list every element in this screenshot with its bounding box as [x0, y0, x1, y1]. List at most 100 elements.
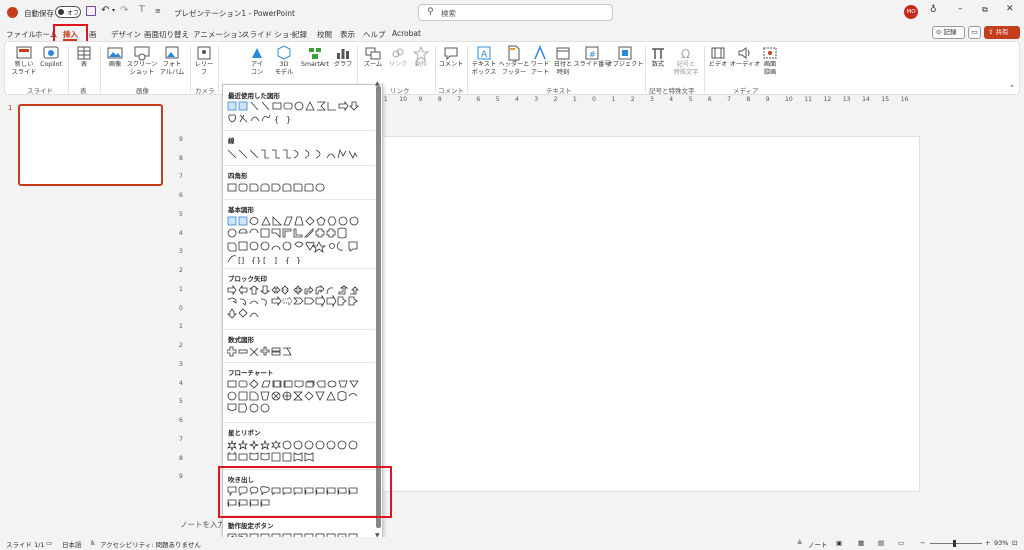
action-button[interactable]: 動作	[410, 45, 432, 69]
redo-icon[interactable]: ↷	[120, 5, 128, 16]
zoom-in-icon[interactable]: +	[985, 539, 990, 547]
header-footer-button[interactable]: ヘッダーと フッター	[499, 45, 529, 77]
section-basic-shapes: 基本図形	[228, 206, 254, 214]
vruler-tick-label: 7	[179, 173, 183, 181]
restore-icon[interactable]: ⧉	[982, 5, 988, 15]
line-shapes-icons[interactable]	[227, 148, 377, 160]
screenshot-button[interactable]: スクリーン ショット	[127, 45, 157, 77]
spelling-icon[interactable]: ▭	[46, 539, 52, 547]
tab-file[interactable]: ファイル	[6, 29, 36, 40]
search-input[interactable]: ⚲ 検索	[418, 4, 613, 21]
flowchart-icons[interactable]	[227, 379, 377, 417]
svg-text:{: {	[274, 115, 279, 124]
equation-button[interactable]: 数式	[647, 45, 669, 69]
language-status[interactable]: 日本語	[62, 539, 82, 549]
copilot-button[interactable]: Copilot	[39, 45, 63, 69]
smartart-button[interactable]: SmartArt	[299, 45, 331, 69]
slideshow-view-icon[interactable]: ▭	[898, 539, 904, 547]
cameo-button[interactable]: レリー フ	[193, 45, 215, 77]
share-icon: ⇪	[988, 28, 994, 36]
shapes-gallery-scrollbar[interactable]	[376, 86, 381, 528]
autosave-toggle[interactable]: オフ	[55, 6, 81, 18]
table-icon	[77, 46, 91, 60]
reading-view-icon[interactable]: ▤	[878, 539, 884, 547]
chart-button[interactable]: グラフ	[332, 45, 354, 69]
audio-button[interactable]: オーディオ	[730, 45, 760, 69]
divider	[223, 268, 375, 269]
rectangle-shapes-icons[interactable]	[227, 182, 377, 194]
title-bar: 自動保存 オフ ↶ ▾ ↷ ⊤ ≡ プレゼンテーション1 - PowerPoin…	[0, 0, 1024, 26]
user-avatar[interactable]: MO	[904, 5, 918, 19]
block-arrow-icons[interactable]	[227, 285, 377, 325]
screen-recording-button[interactable]: 画面 録画	[759, 45, 781, 77]
autosave-toggle-state: オフ	[67, 10, 80, 17]
new-comment-button[interactable]: コメント	[437, 45, 465, 69]
object-button[interactable]: オブジェクト	[606, 45, 644, 69]
recent-shapes-icons[interactable]: {}	[227, 101, 377, 127]
record-button[interactable]: ⊙ 記録	[932, 26, 965, 39]
photo-album-button[interactable]: フォト アルバム	[158, 45, 186, 77]
vruler-tick-label: 8	[179, 154, 183, 162]
normal-view-icon[interactable]: ▣	[836, 539, 842, 547]
equation-shapes-icons[interactable]	[227, 346, 377, 358]
zoom-level[interactable]: 93%	[994, 539, 1008, 547]
vruler-tick-label: 5	[179, 210, 183, 218]
tab-review[interactable]: 校閲	[317, 29, 332, 40]
undo-icon[interactable]: ↶	[101, 5, 109, 16]
symbol-button[interactable]: Ω 記号と 特殊文字	[671, 45, 701, 77]
wordart-button[interactable]: ワード アート	[529, 45, 551, 77]
tab-animations[interactable]: アニメーション	[193, 29, 245, 40]
slide-sorter-icon[interactable]: ▦	[858, 539, 864, 547]
horizontal-ruler: 11 10 9 8 7 6 5 4 3 2 1 0 1 2 3 4 5 6 7 8 9 10 11 12 13 14 15 16	[380, 96, 920, 105]
link-button[interactable]: リンク	[387, 45, 409, 69]
tab-transitions[interactable]: 画面切り替え	[144, 29, 189, 40]
textbox-button[interactable]: A テキスト ボックス	[469, 45, 499, 77]
zoom-slider-thumb[interactable]	[953, 540, 957, 547]
presenter-icon[interactable]: ⊤	[138, 5, 146, 15]
customize-qat-icon[interactable]: ≡	[155, 7, 161, 15]
video-button[interactable]: ビデオ	[707, 45, 729, 69]
icons-button[interactable]: アイ コン	[245, 45, 269, 77]
tab-design[interactable]: デザイン	[111, 29, 141, 40]
ruler-tick-label: 15	[881, 96, 890, 103]
fit-to-window-icon[interactable]: ⊡	[1012, 539, 1017, 547]
tab-acrobat[interactable]: Acrobat	[392, 29, 421, 38]
tab-record[interactable]: 記録	[292, 29, 307, 40]
slide-number-button[interactable]: # スライド番号	[573, 45, 611, 69]
tab-draw[interactable]: 画	[89, 29, 97, 40]
svg-text:]: ]	[274, 256, 277, 264]
close-icon[interactable]: ✕	[1006, 4, 1014, 14]
slide-canvas[interactable]	[355, 136, 920, 492]
tab-slideshow[interactable]: スライド ショー	[242, 29, 297, 40]
3d-models-button[interactable]: 3D モデル	[271, 45, 297, 77]
tab-help[interactable]: ヘルプ	[363, 29, 386, 40]
stars-banners-icons[interactable]	[227, 440, 377, 464]
section-action-buttons: 動作設定ボタン	[228, 522, 274, 530]
notes-toggle[interactable]: ノート	[808, 539, 828, 549]
collapse-ribbon-icon[interactable]: ⌃	[1009, 84, 1015, 92]
datetime-button[interactable]: 日付と 時刻	[552, 45, 574, 77]
zoom-slider[interactable]	[930, 540, 982, 547]
basic-shapes-icons[interactable]: []{}[]{}	[227, 216, 377, 264]
zoom-button[interactable]: ズーム	[361, 45, 385, 69]
tab-view[interactable]: 表示	[340, 29, 355, 40]
save-icon[interactable]	[86, 6, 96, 16]
svg-text:Ω: Ω	[681, 47, 690, 61]
image-button[interactable]: 画像	[104, 45, 126, 69]
chart-icon	[337, 49, 349, 59]
new-slide-button[interactable]: 新しい スライド	[10, 45, 38, 77]
slide-thumbnail[interactable]	[18, 104, 163, 186]
scroll-up-icon[interactable]: ▲	[375, 80, 380, 87]
lightbulb-icon[interactable]: ♁	[930, 5, 937, 15]
group-separator	[218, 46, 219, 92]
table-button[interactable]: 表	[73, 45, 95, 69]
pi-icon	[652, 48, 664, 59]
minimize-icon[interactable]: –	[958, 4, 963, 14]
photo-album-icon	[165, 46, 179, 59]
zoom-out-icon[interactable]: −	[920, 539, 925, 547]
undo-dropdown-icon[interactable]: ▾	[112, 7, 115, 14]
comments-pane-button[interactable]: ▭	[968, 26, 981, 39]
group-label-slides: スライド	[27, 87, 53, 95]
accessibility-status[interactable]: アクセシビリティ: 問題ありません	[100, 539, 201, 549]
share-button[interactable]: ⇪ 共有	[984, 26, 1020, 39]
